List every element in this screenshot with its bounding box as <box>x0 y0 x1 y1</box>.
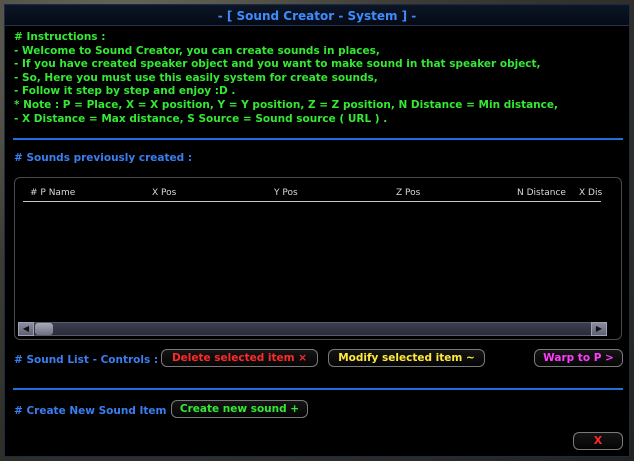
controls-section-label: # Sound List - Controls : <box>14 354 159 366</box>
separator <box>13 388 623 390</box>
instructions-block: # Instructions : - Welcome to Sound Crea… <box>14 31 624 126</box>
sounds-list[interactable]: # P Name X Pos Y Pos Z Pos N Distance X … <box>14 177 622 340</box>
column-header-p-name[interactable]: # P Name <box>30 188 75 198</box>
column-header-x-distance[interactable]: X Dis <box>579 188 602 198</box>
scrollbar-thumb[interactable] <box>35 323 53 335</box>
instructions-note: * Note : P = Place, X = X position, Y = … <box>14 98 558 111</box>
create-new-sound-button[interactable]: Create new sound + <box>171 400 308 418</box>
instructions-note: - X Distance = Max distance, S Source = … <box>14 112 388 125</box>
create-section-label: # Create New Sound Item : <box>14 405 175 417</box>
instructions-heading: # Instructions : <box>14 31 106 43</box>
modify-selected-button[interactable]: Modify selected item ~ <box>328 349 485 367</box>
window-titlebar[interactable]: - [ Sound Creator - System ] - <box>5 5 629 26</box>
instructions-line: - If you have created speaker object and… <box>14 58 541 71</box>
warp-to-place-button[interactable]: Warp to P > <box>534 349 623 367</box>
scroll-right-icon[interactable]: ▶ <box>591 322 607 336</box>
column-header-x-pos[interactable]: X Pos <box>152 188 176 198</box>
separator <box>13 138 623 140</box>
list-header: # P Name X Pos Y Pos Z Pos N Distance X … <box>23 186 602 202</box>
instructions-line: - Follow it step by step and enjoy :D . <box>14 85 236 98</box>
scroll-left-icon[interactable]: ◀ <box>18 322 34 336</box>
sounds-section-label: # Sounds previously created : <box>14 152 193 164</box>
sound-creator-window: - [ Sound Creator - System ] - # Instruc… <box>4 4 630 457</box>
instructions-line: - So, Here you must use this easily syst… <box>14 71 378 84</box>
close-button[interactable]: X <box>573 432 623 450</box>
column-header-y-pos[interactable]: Y Pos <box>274 188 298 198</box>
column-header-n-distance[interactable]: N Distance <box>517 188 566 198</box>
window-title: - [ Sound Creator - System ] - <box>217 9 417 23</box>
column-header-z-pos[interactable]: Z Pos <box>396 188 420 198</box>
delete-selected-button[interactable]: Delete selected item × <box>161 349 318 367</box>
instructions-line: - Welcome to Sound Creator, you can crea… <box>14 44 380 57</box>
horizontal-scrollbar[interactable]: ◀ ▶ <box>18 322 607 336</box>
